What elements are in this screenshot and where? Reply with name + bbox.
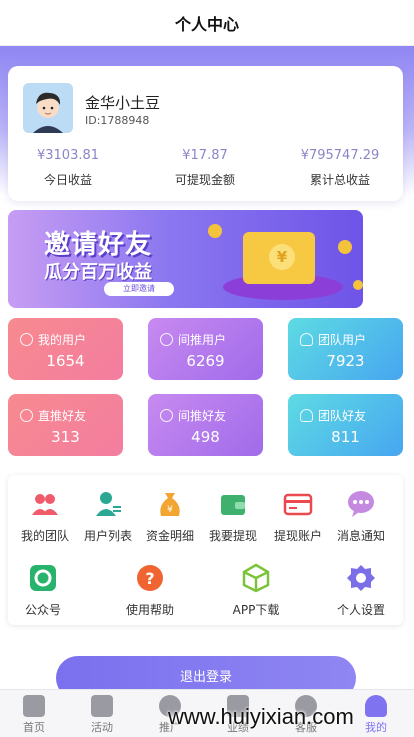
profile-card: 金华小土豆 ID:1788948 ¥3103.81 今日收益 ¥17.87 可提… [8, 66, 403, 201]
tile-value: 498 [191, 428, 220, 446]
page-title: 个人中心 [0, 0, 414, 46]
tile-value: 7923 [326, 352, 365, 370]
stat-label: 今日收益 [43, 173, 92, 187]
cube-icon [241, 563, 271, 593]
stat-label: 累计总收益 [309, 173, 370, 187]
money-icon [160, 333, 173, 346]
watermark: www.huiyixian.com [168, 704, 354, 729]
stat-total-earnings: ¥795747.29 累计总收益 [280, 148, 400, 188]
user-list-icon [93, 489, 123, 519]
tile-label: 直推好友 [38, 409, 87, 423]
tile-label: 间推好友 [178, 409, 227, 423]
menu-item-help[interactable]: ? 使用帮助 [110, 563, 190, 618]
wechat-official-icon [28, 563, 58, 593]
gift-icon [91, 695, 113, 717]
banner-subheadline: 瓜分百万收益 [44, 262, 152, 283]
tile-value: 313 [51, 428, 80, 446]
coin-decoration [208, 224, 222, 238]
menu-item-notifications[interactable]: 消息通知 [321, 489, 401, 544]
stat-value: ¥3103.81 [36, 148, 100, 163]
card-icon [283, 489, 313, 519]
svg-text:¥: ¥ [167, 505, 173, 515]
tile-label: 团队用户 [318, 333, 367, 347]
wallet-icon [218, 489, 248, 519]
coin-decoration [353, 280, 363, 290]
tile-indirect-users[interactable]: 间推用户 6269 [148, 318, 263, 380]
svg-text:?: ? [145, 569, 154, 588]
tile-label: 我的用户 [38, 333, 87, 347]
user-id: ID:1788948 [85, 114, 150, 127]
user-name: 金华小土豆 [85, 94, 161, 112]
money-icon [20, 409, 33, 422]
menu-item-settings[interactable]: 个人设置 [321, 563, 401, 618]
money-bag-icon: ¥ [155, 489, 185, 519]
home-icon [23, 695, 45, 717]
tile-label: 间推用户 [178, 333, 227, 347]
wallet-illustration: ¥ [243, 232, 315, 284]
stat-today-earnings: ¥3103.81 今日收益 [8, 148, 128, 188]
tab-label: 首页 [23, 721, 45, 734]
yen-coin-icon: ¥ [269, 244, 295, 270]
tile-value: 6269 [186, 352, 225, 370]
chat-icon [346, 489, 376, 519]
stat-label: 可提现金额 [174, 173, 235, 187]
users-icon [300, 333, 313, 346]
invite-now-button[interactable]: 立即邀请 [104, 282, 174, 296]
settings-icon [346, 563, 376, 593]
menu-item-app-download[interactable]: APP下载 [216, 563, 296, 618]
tile-value: 1654 [46, 352, 85, 370]
avatar[interactable] [23, 83, 73, 133]
tile-direct-friends[interactable]: 直推好友 313 [8, 394, 123, 456]
tile-my-users[interactable]: 我的用户 1654 [8, 318, 123, 380]
menu-grid: 我的团队 用户列表 ¥ 资金明细 我要提现 提现账户 消息通知 公众号 ? 使用… [8, 475, 403, 625]
menu-item-label: APP下载 [232, 603, 280, 617]
coin-decoration [338, 240, 352, 254]
stat-withdrawable: ¥17.87 可提现金额 [145, 148, 265, 188]
menu-item-label: 使用帮助 [125, 603, 174, 617]
team-icon [30, 489, 60, 519]
menu-item-label: 个人设置 [336, 603, 385, 617]
menu-item-label: 消息通知 [336, 529, 385, 543]
stat-value: ¥17.87 [182, 148, 228, 163]
banner-headline: 邀请好友 [44, 230, 153, 260]
tile-team-friends[interactable]: 团队好友 811 [288, 394, 403, 456]
tab-activity[interactable]: 活动 [68, 690, 136, 737]
money-icon [20, 333, 33, 346]
tile-label: 团队好友 [318, 409, 367, 423]
tile-team-users[interactable]: 团队用户 7923 [288, 318, 403, 380]
menu-item-official-account[interactable]: 公众号 [3, 563, 83, 618]
tab-home[interactable]: 首页 [0, 690, 68, 737]
tile-value: 811 [331, 428, 360, 446]
tile-indirect-friends[interactable]: 间推好友 498 [148, 394, 263, 456]
tab-label: 活动 [91, 721, 113, 734]
help-icon: ? [135, 563, 165, 593]
users-icon [300, 409, 313, 422]
money-icon [160, 409, 173, 422]
invite-banner[interactable]: ¥ 邀请好友 瓜分百万收益 立即邀请 [8, 210, 363, 308]
stat-value: ¥795747.29 [300, 148, 380, 163]
person-icon [365, 695, 387, 717]
menu-item-label: 公众号 [24, 603, 61, 617]
